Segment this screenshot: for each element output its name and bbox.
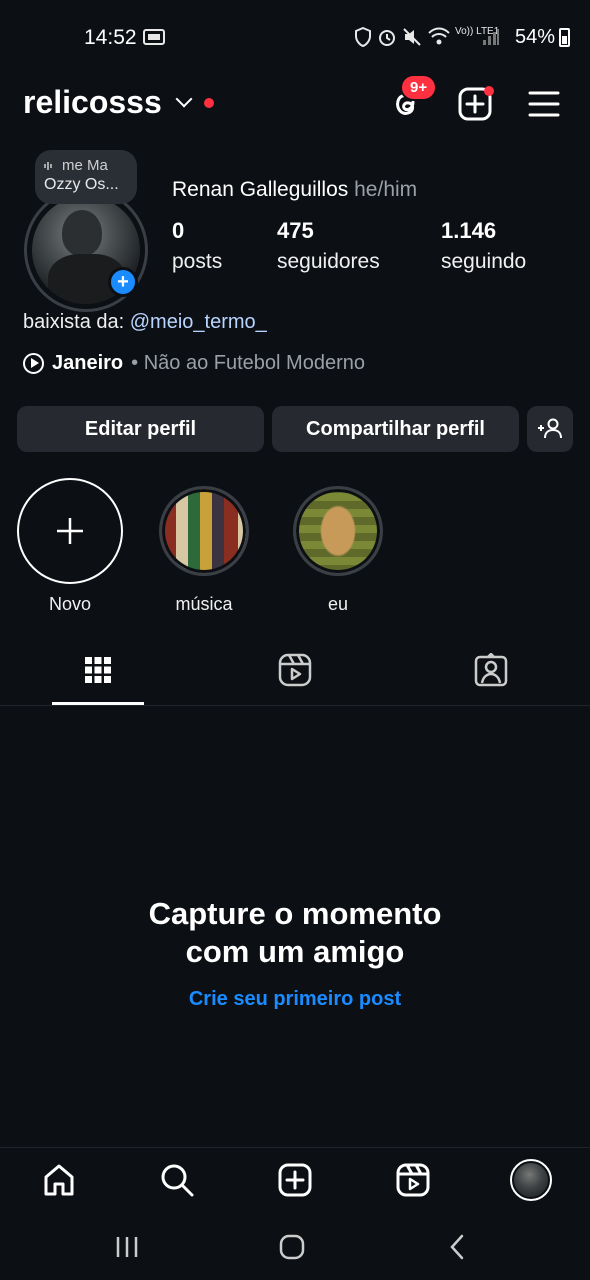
highlight-musica[interactable]: música: [150, 478, 258, 615]
highlight-cover-image: [293, 486, 383, 576]
highlight-new-circle: [17, 478, 123, 584]
back-icon: [450, 1234, 464, 1260]
highlight-new[interactable]: Novo: [16, 478, 124, 615]
add-person-icon: [538, 418, 562, 439]
battery-icon: [559, 28, 570, 47]
signal-icon: [482, 28, 500, 51]
battery-percent: 54%: [514, 26, 555, 48]
discover-people-button[interactable]: [527, 406, 573, 452]
wifi-icon: [427, 26, 451, 51]
reels-icon: [278, 653, 312, 687]
full-name: Renan Galleguillos he/him: [172, 178, 418, 201]
tab-grid[interactable]: [73, 650, 123, 690]
edit-profile-button[interactable]: Editar perfil: [17, 406, 264, 452]
profile-music[interactable]: Janeiro • Não ao Futebol Moderno: [23, 352, 365, 375]
security-icon: [354, 26, 372, 52]
home-icon: [44, 1164, 74, 1196]
bottom-nav-divider: [0, 1147, 590, 1148]
status-time: 14:52: [84, 26, 137, 49]
nav-profile[interactable]: [510, 1159, 552, 1201]
nav-avatar-image: [514, 1163, 548, 1197]
highlight-label: música: [175, 594, 233, 614]
tagged-icon: [474, 653, 508, 687]
add-story-button[interactable]: +: [108, 267, 138, 297]
pronouns: he/him: [354, 178, 418, 201]
battery-indicator: 54%: [515, 26, 570, 49]
nav-reels[interactable]: [391, 1158, 435, 1202]
sound-wave-icon: [44, 161, 52, 170]
nav-home[interactable]: [37, 1158, 81, 1202]
reels-icon: [396, 1163, 430, 1197]
song-title: Janeiro: [52, 352, 124, 374]
posts-count[interactable]: 0 posts: [172, 218, 222, 274]
recent-apps-icon: [116, 1237, 138, 1257]
song-artist: Não ao Futebol Moderno: [143, 352, 365, 374]
notification-dot: [203, 97, 214, 108]
highlight-eu[interactable]: eu: [284, 478, 392, 615]
search-icon: [161, 1164, 194, 1197]
grid-icon: [85, 657, 111, 683]
nav-create[interactable]: [273, 1158, 317, 1202]
recent-apps-button[interactable]: [107, 1230, 147, 1264]
threads-badge: 9+: [400, 74, 438, 101]
alarm-icon: [377, 27, 397, 52]
bio-mention-link[interactable]: @meio_termo_: [130, 311, 267, 333]
plus-icon: [57, 518, 83, 544]
followers-count[interactable]: 475 seguidores: [277, 218, 380, 274]
home-circle-icon: [279, 1234, 305, 1260]
note-line2: Ozzy Os...: [44, 176, 119, 193]
mute-icon: [402, 27, 422, 52]
tab-reels[interactable]: [270, 650, 320, 690]
tabs-divider: [0, 705, 590, 706]
share-profile-button[interactable]: Compartilhar perfil: [272, 406, 519, 452]
nav-search[interactable]: [155, 1158, 199, 1202]
empty-state-title: Capture o momento com um amigo: [148, 896, 442, 969]
bio: baixista da: @meio_termo_: [23, 311, 267, 333]
highlight-label: Novo: [48, 594, 92, 614]
add-square-icon: [278, 1163, 312, 1197]
username-label: relicosss: [23, 84, 162, 120]
create-dot: [484, 86, 494, 96]
account-switcher[interactable]: relicosss: [23, 84, 214, 121]
back-button[interactable]: [437, 1230, 477, 1264]
tab-tagged[interactable]: [466, 650, 516, 690]
play-icon: [23, 353, 44, 374]
home-button[interactable]: [272, 1230, 312, 1264]
following-count[interactable]: 1.146 seguindo: [441, 218, 526, 274]
highlight-label: eu: [327, 594, 349, 614]
status-bar: 14:52 Vo)) LTE1 54%: [0, 0, 590, 76]
hamburger-icon: [528, 91, 560, 117]
menu-button[interactable]: [524, 84, 564, 124]
vpn-icon: [143, 28, 165, 51]
highlight-cover-image: [159, 486, 249, 576]
create-first-post-link[interactable]: Crie seu primeiro post: [0, 988, 590, 1011]
note-bubble[interactable]: me Ma Ozzy Os...: [35, 150, 137, 204]
note-line1: me Ma: [44, 157, 128, 174]
chevron-down-icon: [175, 90, 193, 107]
